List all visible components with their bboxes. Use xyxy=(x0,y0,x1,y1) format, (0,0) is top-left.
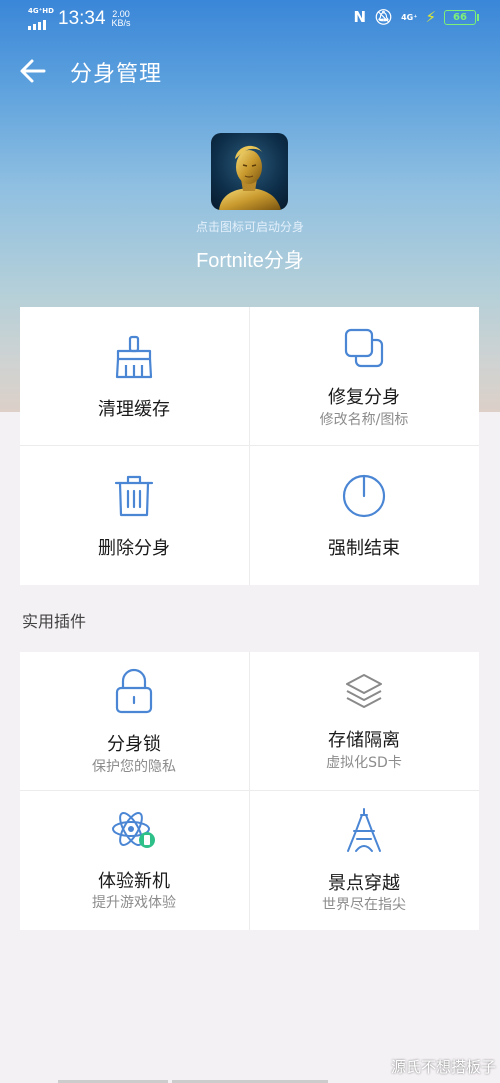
action-sublabel: 修改名称/图标 xyxy=(319,412,409,428)
nfc-icon: N xyxy=(353,8,367,26)
clone-lock-button[interactable]: 分身锁 保护您的隐私 xyxy=(20,652,248,790)
network-type: 4G⁺HD xyxy=(28,7,54,15)
character-avatar-icon xyxy=(219,145,281,210)
plugin-label: 分身锁 xyxy=(107,734,161,755)
watermark: 源氏不想搭板子 xyxy=(390,1058,496,1076)
plugin-label: 景点穿越 xyxy=(328,873,400,894)
storage-isolation-button[interactable]: 存储隔离 虚拟化SD卡 xyxy=(250,652,478,790)
back-button[interactable] xyxy=(18,56,48,86)
charging-icon: ⚡︎ xyxy=(425,8,436,26)
new-device-button[interactable]: 体验新机 提升游戏体验 xyxy=(20,791,248,929)
plugins-section-title: 实用插件 xyxy=(22,612,87,631)
clone-app-name: Fortnite分身 xyxy=(196,250,304,272)
action-label: 清理缓存 xyxy=(98,399,170,420)
plugin-sublabel: 世界尽在指尖 xyxy=(322,897,406,913)
page-title: 分身管理 xyxy=(70,62,163,87)
layers-icon xyxy=(346,674,382,708)
plugins-card: 分身锁 保护您的隐私 存储隔离 虚拟化SD卡 体验新机 提升游戏体验 景点穿越 … xyxy=(20,652,479,930)
launch-hint: 点击图标可启动分身 xyxy=(195,220,304,234)
action-label: 删除分身 xyxy=(98,538,170,559)
plugin-label: 存储隔离 xyxy=(328,730,400,751)
power-icon xyxy=(342,474,386,518)
mute-icon: 🔕︎ xyxy=(374,8,394,26)
action-card: 清理缓存 修复分身 修改名称/图标 删除分身 强制结束 xyxy=(20,307,479,585)
action-label: 强制结束 xyxy=(328,538,400,559)
battery-indicator: 66 xyxy=(444,9,479,25)
back-arrow-icon xyxy=(20,59,46,83)
broom-icon xyxy=(115,335,153,379)
app-icon[interactable] xyxy=(211,133,288,210)
signal-icon: 4G⁺HD xyxy=(28,7,54,30)
plugin-label: 体验新机 xyxy=(98,871,170,892)
action-label: 修复分身 xyxy=(328,387,400,408)
location-travel-button[interactable]: 景点穿越 世界尽在指尖 xyxy=(250,791,478,929)
eiffel-tower-icon xyxy=(347,808,381,852)
clear-cache-button[interactable]: 清理缓存 xyxy=(20,307,248,445)
status-bar: 4G⁺HD 13:34 2.00 KB/s N 🔕︎ 4G⁺ ⚡︎ 66 xyxy=(0,0,500,38)
atom-phone-icon xyxy=(112,812,155,848)
lock-icon xyxy=(115,668,153,714)
plugin-sublabel: 虚拟化SD卡 xyxy=(326,755,402,771)
force-stop-button[interactable]: 强制结束 xyxy=(250,446,478,584)
copy-icon xyxy=(344,328,384,368)
plugin-sublabel: 保护您的隐私 xyxy=(92,759,176,775)
network-type-right: 4G⁺ xyxy=(401,12,418,22)
repair-clone-button[interactable]: 修复分身 修改名称/图标 xyxy=(250,307,478,445)
delete-clone-button[interactable]: 删除分身 xyxy=(20,446,248,584)
trash-icon xyxy=(114,475,154,517)
clock: 13:34 xyxy=(58,8,106,29)
network-speed: 2.00 KB/s xyxy=(111,9,131,28)
top-bar: 分身管理 xyxy=(0,46,500,96)
plugin-sublabel: 提升游戏体验 xyxy=(92,895,176,911)
